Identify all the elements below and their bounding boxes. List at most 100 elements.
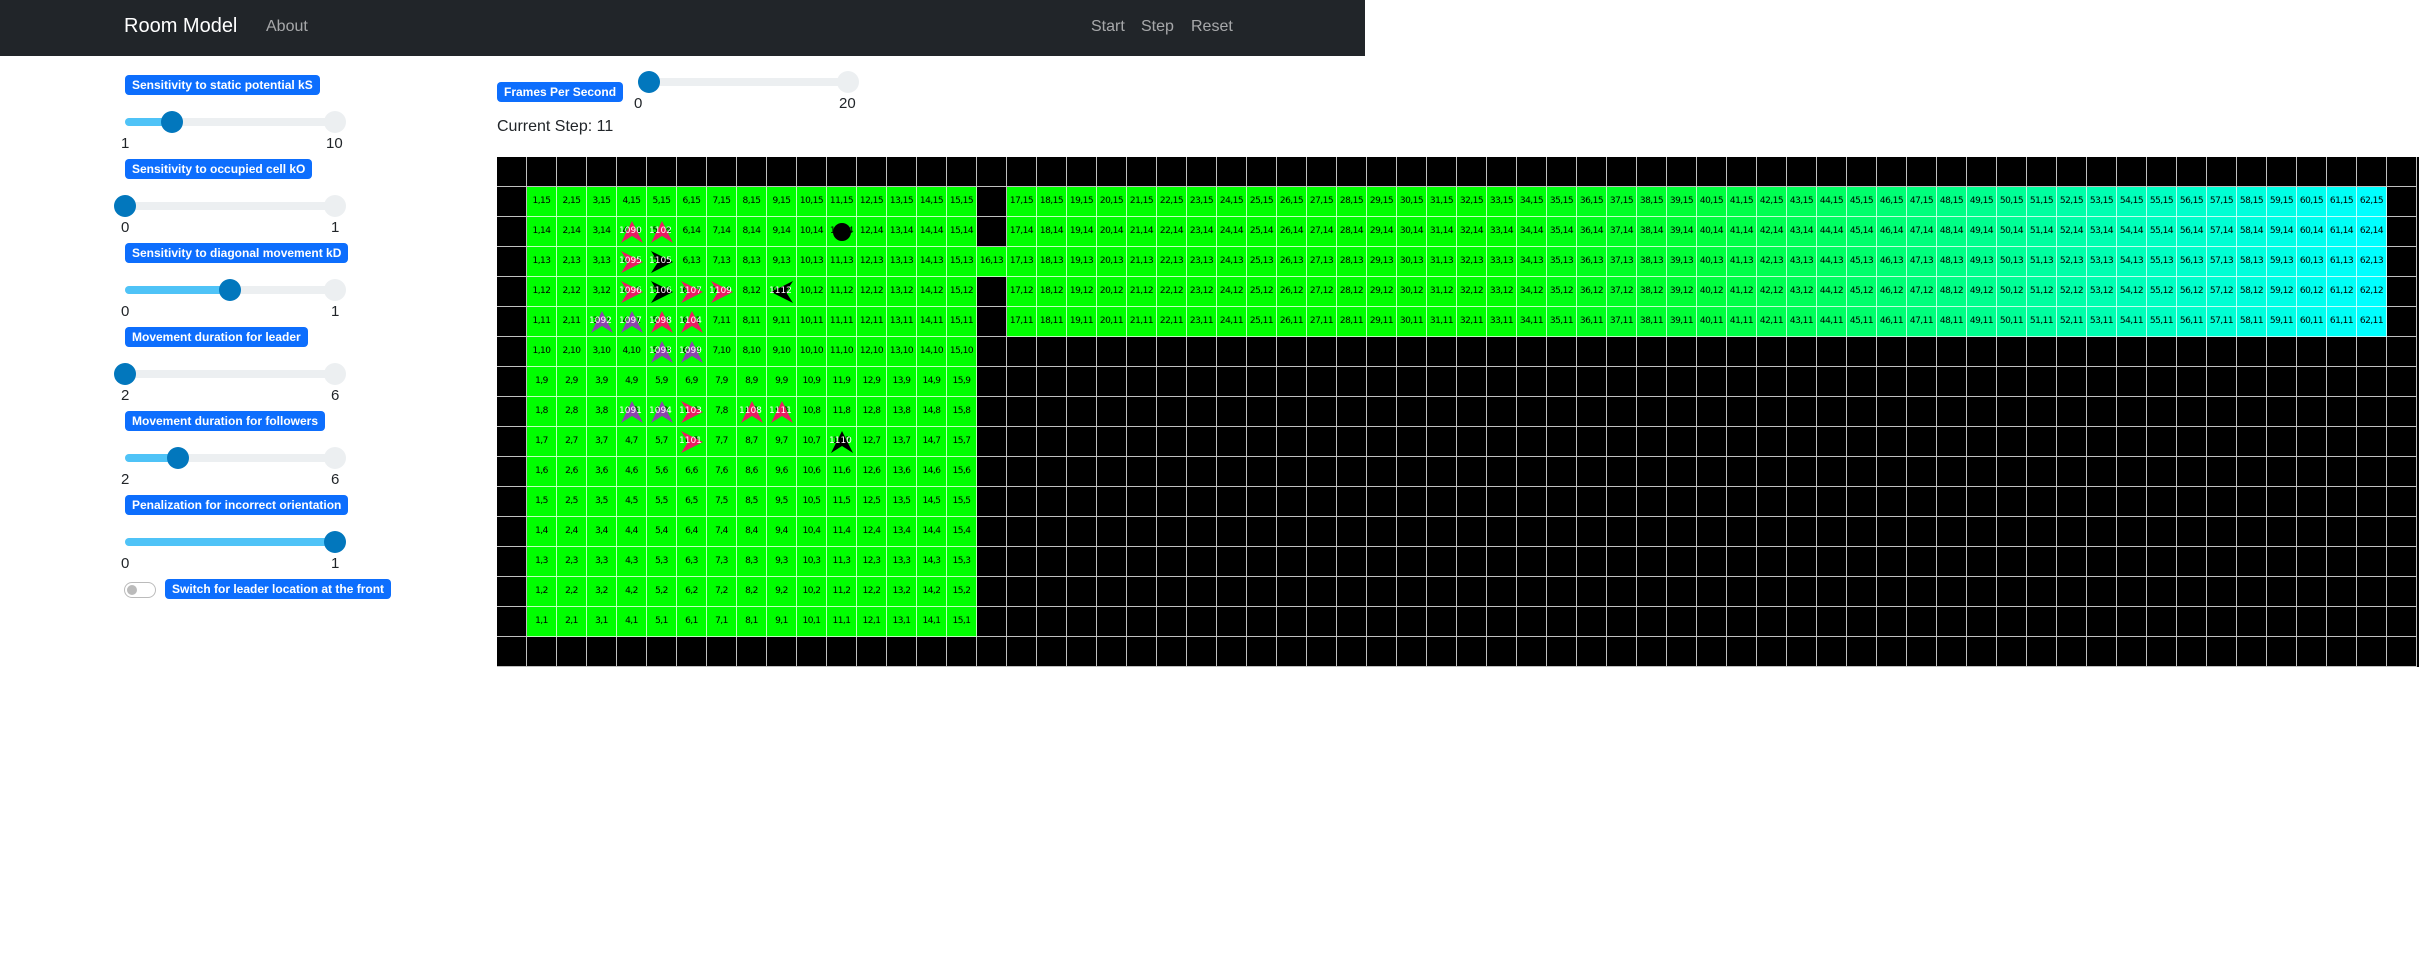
wall-cell xyxy=(2237,577,2267,607)
wall-cell xyxy=(2207,487,2237,517)
step-button[interactable]: Step xyxy=(1141,18,1174,36)
floor-cell: 56,14 xyxy=(2177,217,2207,247)
floor-cell: 2,7 xyxy=(557,427,587,457)
wall-cell xyxy=(1997,577,2027,607)
slider-thumb[interactable] xyxy=(638,71,660,93)
kd-label: Sensitivity to diagonal movement kD xyxy=(125,243,349,263)
floor-cell: 37,13 xyxy=(1607,247,1637,277)
slider-thumb[interactable] xyxy=(161,111,183,133)
wall-cell xyxy=(1997,607,2027,637)
floor-cell: 5,1 xyxy=(647,607,677,637)
wall-cell xyxy=(1187,397,1217,427)
wall-cell xyxy=(737,157,767,187)
slider-thumb[interactable] xyxy=(114,363,136,385)
wall-cell xyxy=(1067,577,1097,607)
wall-cell xyxy=(1457,397,1487,427)
floor-cell: 33,15 xyxy=(1487,187,1517,217)
wall-cell xyxy=(707,637,737,667)
floor-cell: 3,7 xyxy=(587,427,617,457)
wall-cell xyxy=(1127,367,1157,397)
wall-cell xyxy=(2147,577,2177,607)
wall-cell xyxy=(2267,577,2297,607)
wall-cell xyxy=(2387,427,2417,457)
wall-cell xyxy=(2387,577,2417,607)
wall-cell xyxy=(1667,457,1697,487)
floor-cell: 3,2 xyxy=(587,577,617,607)
floor-cell: 48,11 xyxy=(1937,307,1967,337)
wall-cell xyxy=(527,637,557,667)
wall-cell xyxy=(2327,637,2357,667)
wall-cell xyxy=(1217,637,1247,667)
floor-cell: 32,11 xyxy=(1457,307,1487,337)
wall-cell xyxy=(1577,337,1607,367)
agent-id-label: 1093 xyxy=(649,346,672,356)
floor-cell: 22,11 xyxy=(1157,307,1187,337)
wall-cell xyxy=(2327,577,2357,607)
wall-cell xyxy=(1727,427,1757,457)
floor-cell: 1,4 xyxy=(527,517,557,547)
floor-cell: 29,12 xyxy=(1367,277,1397,307)
wall-cell xyxy=(1697,457,1727,487)
floor-cell: 36,12 xyxy=(1577,277,1607,307)
wall-cell xyxy=(497,397,527,427)
floor-cell: 13,5 xyxy=(887,487,917,517)
wall-cell xyxy=(1217,367,1247,397)
wall-cell xyxy=(2237,397,2267,427)
ks-slider[interactable] xyxy=(125,108,346,136)
leader-duration-slider[interactable] xyxy=(114,360,346,388)
floor-cell: 53,15 xyxy=(2087,187,2117,217)
nav-about-link[interactable]: About xyxy=(266,18,308,36)
floor-cell: 11,13 xyxy=(827,247,857,277)
floor-cell: 4,7 xyxy=(617,427,647,457)
wall-cell xyxy=(1877,157,1907,187)
wall-cell xyxy=(2027,367,2057,397)
fps-slider[interactable] xyxy=(638,68,859,96)
wall-cell xyxy=(1667,637,1697,667)
wall-cell xyxy=(1877,397,1907,427)
slider-thumb[interactable] xyxy=(324,531,346,553)
ko-slider[interactable] xyxy=(114,192,346,220)
wall-cell xyxy=(2267,157,2297,187)
leader-front-toggle[interactable] xyxy=(124,582,156,598)
wall-cell xyxy=(647,637,677,667)
wall-cell xyxy=(1787,547,1817,577)
wall-cell xyxy=(887,157,917,187)
wall-cell xyxy=(1307,367,1337,397)
wall-cell xyxy=(617,637,647,667)
kd-slider[interactable] xyxy=(125,276,346,304)
brand[interactable]: Room Model xyxy=(124,15,237,38)
wall-cell xyxy=(2087,517,2117,547)
slider-thumb[interactable] xyxy=(167,447,189,469)
floor-cell: 10,2 xyxy=(797,577,827,607)
floor-cell: 13,13 xyxy=(887,247,917,277)
floor-cell: 7,15 xyxy=(707,187,737,217)
wall-cell xyxy=(2267,427,2297,457)
wall-cell xyxy=(1817,367,1847,397)
wall-cell xyxy=(497,217,527,247)
slider-thumb[interactable] xyxy=(114,195,136,217)
wall-cell xyxy=(1607,157,1637,187)
wall-cell xyxy=(1397,487,1427,517)
wall-cell xyxy=(1157,367,1187,397)
start-button[interactable]: Start xyxy=(1091,18,1125,36)
wall-cell xyxy=(1697,487,1727,517)
orientation-penalty-slider[interactable] xyxy=(125,528,346,556)
wall-cell xyxy=(2207,397,2237,427)
wall-cell xyxy=(2117,577,2147,607)
floor-cell: 36,15 xyxy=(1577,187,1607,217)
slider-thumb[interactable] xyxy=(219,279,241,301)
leader-duration-max-label: 6 xyxy=(331,387,340,404)
wall-cell xyxy=(977,277,1007,307)
floor-cell: 43,13 xyxy=(1787,247,1817,277)
wall-cell xyxy=(1697,397,1727,427)
wall-cell xyxy=(977,187,1007,217)
wall-cell xyxy=(1397,577,1427,607)
wall-cell xyxy=(1697,577,1727,607)
follower-duration-label: Movement duration for followers xyxy=(125,411,326,431)
wall-cell xyxy=(2147,637,2177,667)
reset-button[interactable]: Reset xyxy=(1191,18,1233,36)
floor-cell: 17,13 xyxy=(1007,247,1037,277)
follower-duration-slider[interactable] xyxy=(125,444,346,472)
follower-duration-max-label: 6 xyxy=(331,471,340,488)
floor-cell: 12,9 xyxy=(857,367,887,397)
